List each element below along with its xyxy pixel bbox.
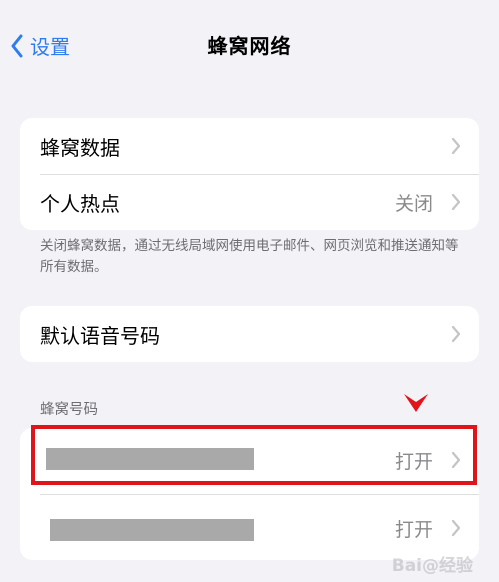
row-value: 关闭 xyxy=(394,192,433,215)
page-title: 蜂窝网络 xyxy=(207,34,292,58)
row-cellular-data[interactable]: 蜂窝数据 xyxy=(20,118,479,174)
chevron-right-icon xyxy=(451,193,461,211)
row-cellular-plan-2[interactable]: 打开 xyxy=(20,500,479,556)
row-default-voice-line[interactable]: 默认语音号码 xyxy=(20,306,479,362)
row-label: 默认语音号码 xyxy=(40,323,160,348)
chevron-right-icon xyxy=(451,519,461,537)
row-value: 打开 xyxy=(394,518,433,541)
section-header-cellular-plans: 蜂窝号码 xyxy=(40,402,98,418)
navigation-bar: 设置 蜂窝网络 xyxy=(0,0,499,90)
row-label: 个人热点 xyxy=(40,191,120,216)
divider xyxy=(40,494,479,495)
watermark: Bai@经验 xyxy=(391,556,473,576)
down-arrow-icon xyxy=(404,394,428,412)
row-personal-hotspot[interactable]: 个人热点 关闭 xyxy=(20,174,479,230)
settings-group-voice: 默认语音号码 xyxy=(20,306,479,362)
cellular-footnote: 关闭蜂窝数据，通过无线局域网使用电子邮件、网页浏览和推送通知等所有数据。 xyxy=(40,238,459,275)
redacted-number xyxy=(50,519,254,541)
row-label: 蜂窝数据 xyxy=(40,135,120,160)
settings-group-cellular: 蜂窝数据 个人热点 关闭 xyxy=(20,118,479,230)
chevron-right-icon xyxy=(451,325,461,343)
chevron-right-icon xyxy=(451,137,461,155)
highlight-box xyxy=(31,425,477,485)
